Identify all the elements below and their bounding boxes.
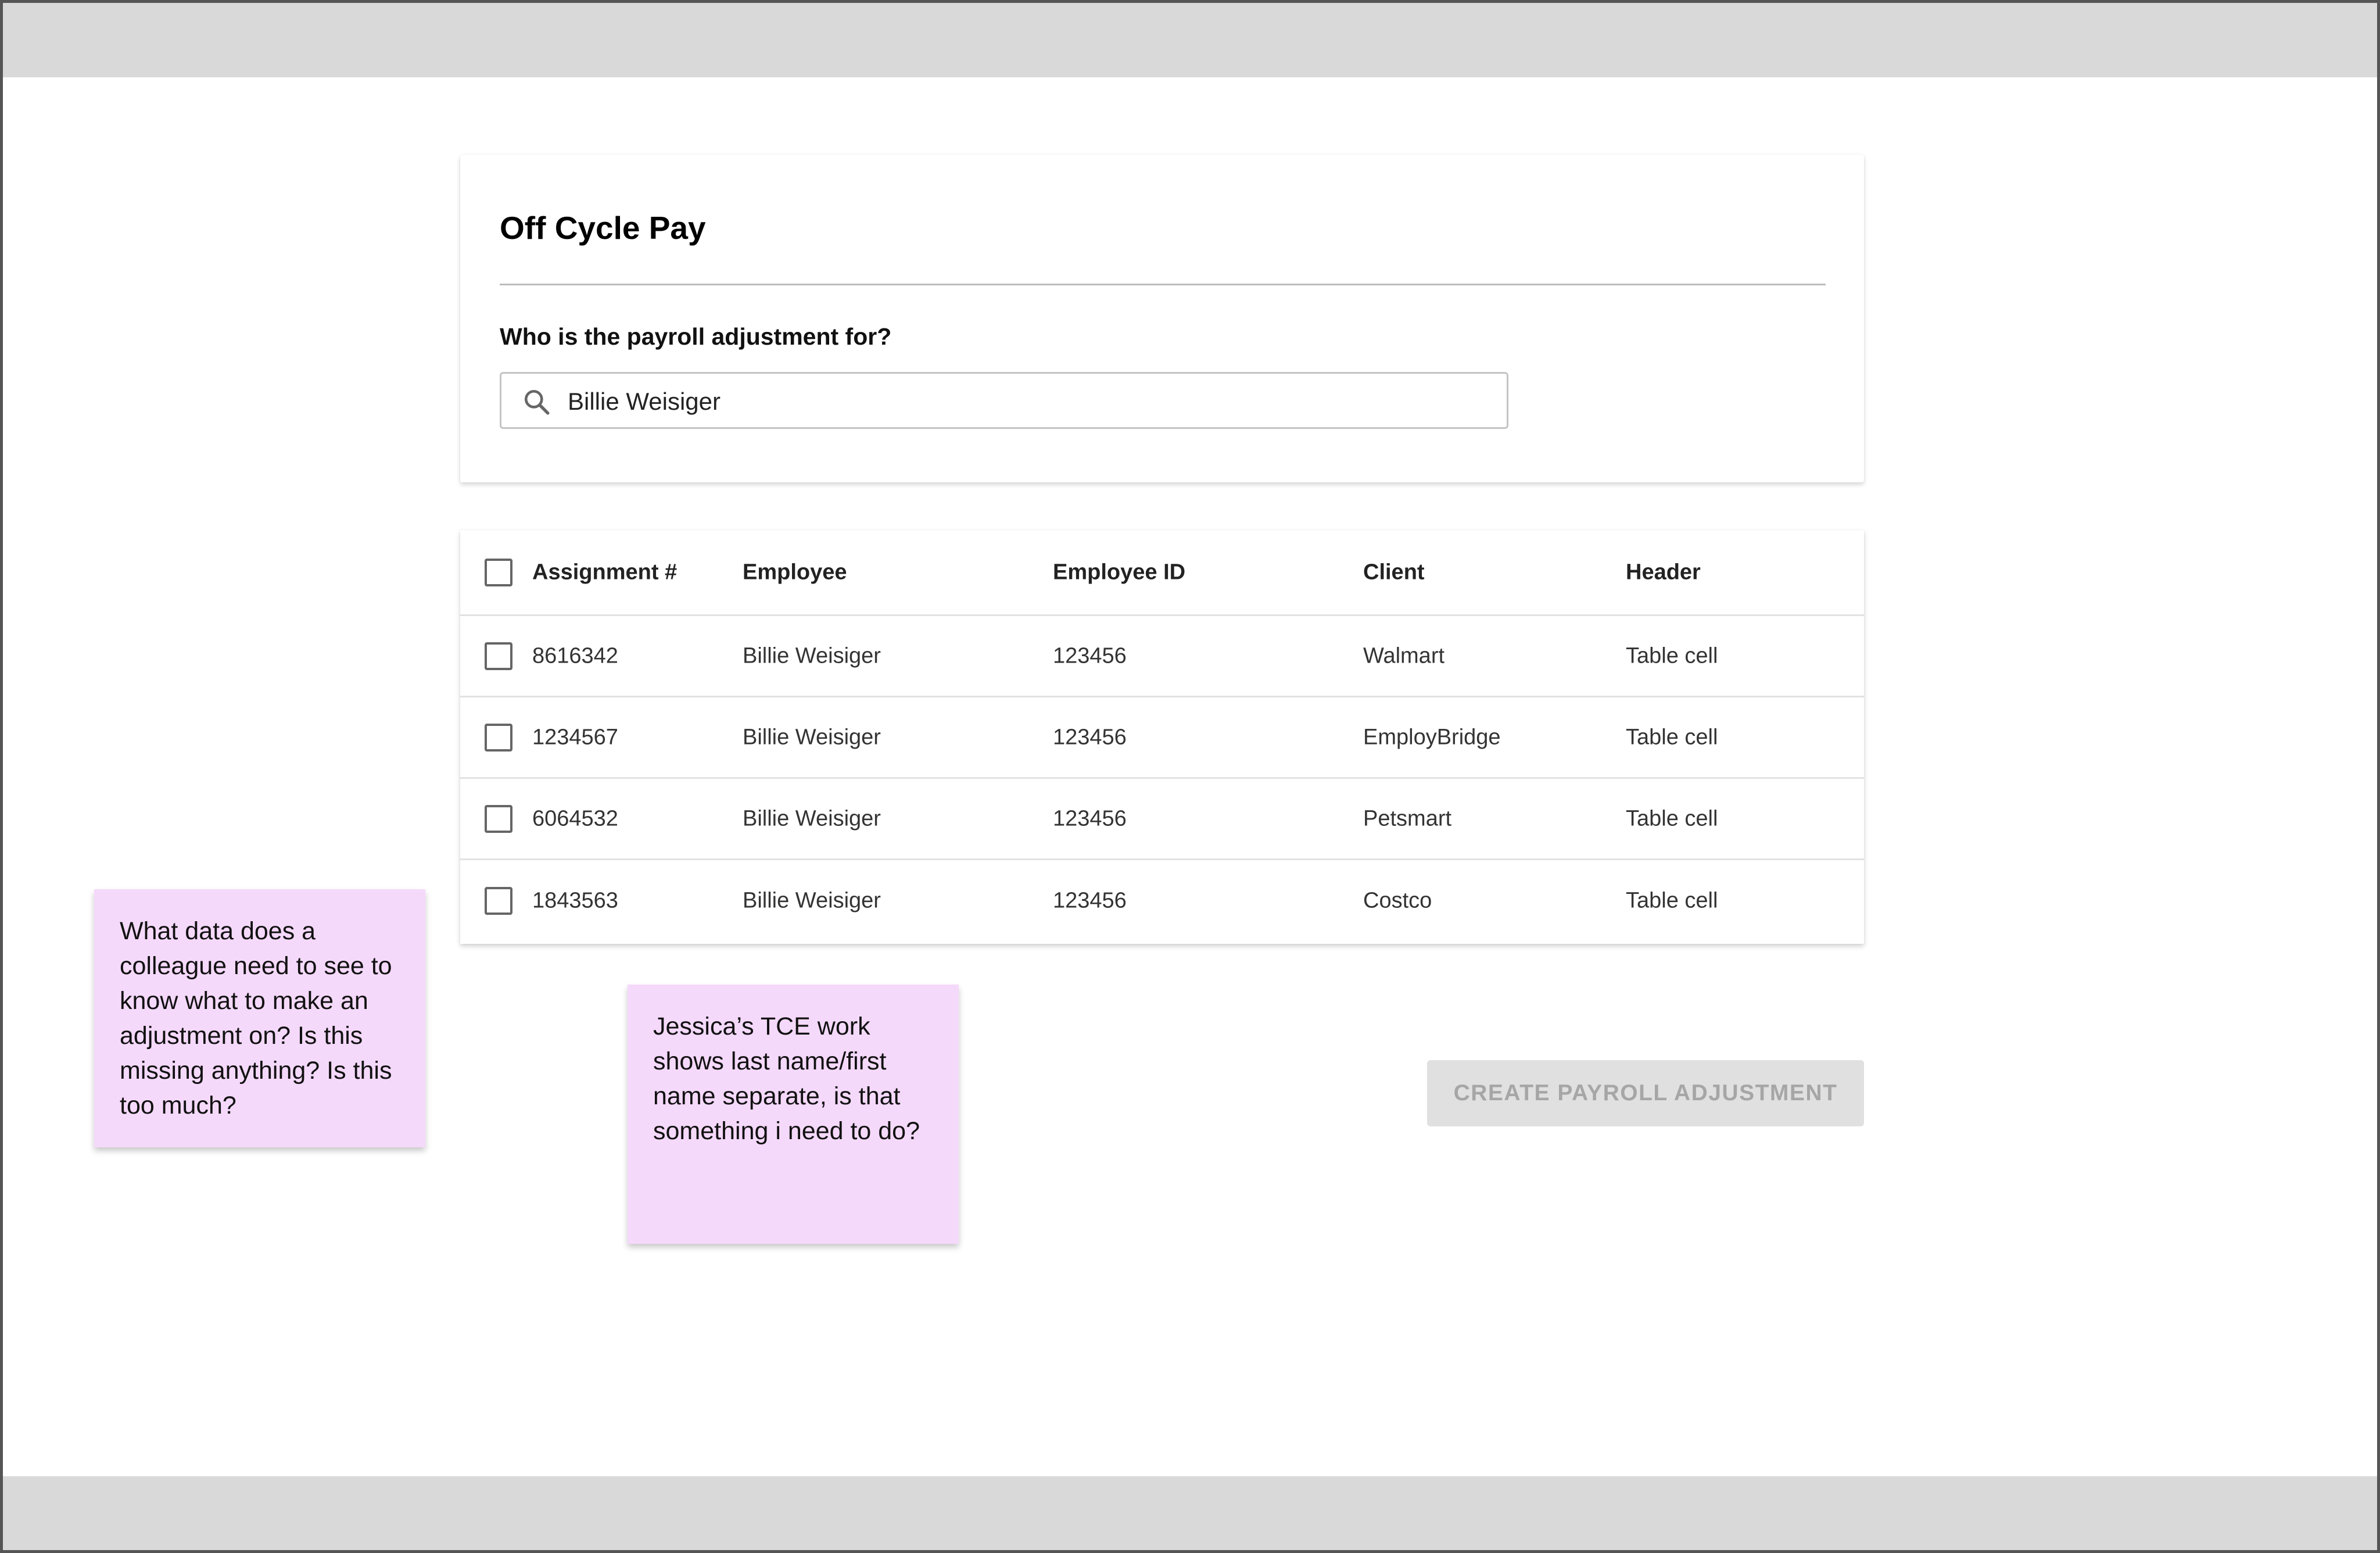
employee-name: Billie Weisiger: [743, 806, 881, 831]
column-header-header[interactable]: Header: [1626, 560, 1701, 585]
column-header-employee[interactable]: Employee: [743, 560, 847, 585]
employee-id: 123456: [1053, 806, 1127, 831]
sticky-note-name-format: Jessica’s TCE work shows last name/first…: [628, 985, 959, 1244]
header-cell: Table cell: [1626, 806, 1718, 831]
assignment-number: 1234567: [532, 725, 618, 749]
client-name: Costco: [1363, 888, 1432, 913]
row-checkbox[interactable]: [485, 723, 512, 752]
table-row[interactable]: 1843563 Billie Weisiger 123456 Costco Ta…: [460, 860, 1864, 942]
bottom-bar: [3, 1476, 2377, 1550]
table-row[interactable]: 8616342 Billie Weisiger 123456 Walmart T…: [460, 616, 1864, 697]
client-name: Walmart: [1363, 643, 1445, 668]
employee-search-input[interactable]: Billie Weisiger: [500, 372, 1508, 429]
header-cell: Table cell: [1626, 725, 1718, 749]
client-name: EmployBridge: [1363, 725, 1501, 749]
select-all-checkbox[interactable]: [485, 558, 512, 586]
employee-search-label: Who is the payroll adjustment for?: [500, 323, 892, 350]
column-header-assignment[interactable]: Assignment #: [532, 560, 677, 585]
row-checkbox[interactable]: [485, 804, 512, 833]
employee-name: Billie Weisiger: [743, 888, 881, 913]
employee-id: 123456: [1053, 725, 1127, 749]
employee-name: Billie Weisiger: [743, 643, 881, 668]
header-cell: Table cell: [1626, 643, 1718, 668]
title-divider: [500, 284, 1826, 285]
assignments-table: Assignment # Employee Employee ID Client…: [460, 530, 1864, 944]
row-checkbox[interactable]: [485, 642, 512, 670]
search-input-value[interactable]: Billie Weisiger: [568, 388, 721, 416]
search-icon: [524, 389, 550, 415]
column-header-client[interactable]: Client: [1363, 560, 1425, 585]
client-name: Petsmart: [1363, 806, 1452, 831]
table-header-row: Assignment # Employee Employee ID Client…: [460, 530, 1864, 616]
table-row[interactable]: 6064532 Billie Weisiger 123456 Petsmart …: [460, 779, 1864, 860]
row-checkbox[interactable]: [485, 887, 512, 915]
employee-name: Billie Weisiger: [743, 725, 881, 749]
column-header-employee-id[interactable]: Employee ID: [1053, 560, 1185, 585]
off-cycle-pay-card: Off Cycle Pay Who is the payroll adjustm…: [460, 155, 1864, 482]
employee-id: 123456: [1053, 888, 1127, 913]
create-payroll-adjustment-button[interactable]: CREATE PAYROLL ADJUSTMENT: [1427, 1060, 1864, 1126]
page-title: Off Cycle Pay: [500, 210, 706, 246]
top-bar: [3, 3, 2377, 77]
table-row[interactable]: 1234567 Billie Weisiger 123456 EmployBri…: [460, 697, 1864, 779]
assignment-number: 1843563: [532, 888, 618, 913]
employee-id: 123456: [1053, 643, 1127, 668]
assignment-number: 8616342: [532, 643, 618, 668]
header-cell: Table cell: [1626, 888, 1718, 913]
assignment-number: 6064532: [532, 806, 618, 831]
sticky-note-data-question: What data does a colleague need to see t…: [94, 889, 425, 1147]
